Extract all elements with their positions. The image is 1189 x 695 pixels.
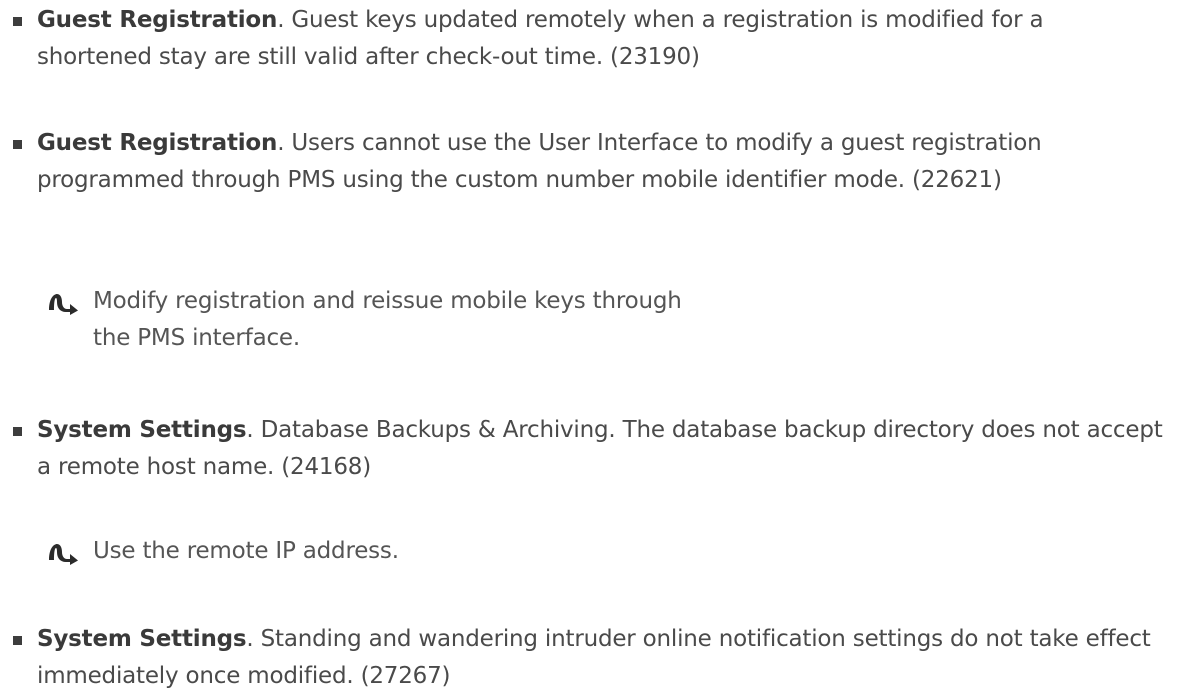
issue-item: System Settings. Database Backups & Arch… [0, 412, 1179, 486]
issue-category: Guest Registration [37, 130, 278, 156]
workaround-arrow-icon [49, 544, 78, 565]
issue-category: System Settings [37, 417, 247, 443]
issue-item: Guest Registration. Users cannot use the… [0, 125, 1179, 199]
workaround-item: Modify registration and reissue mobile k… [0, 283, 1189, 357]
workaround-item: Use the remote IP address. [0, 533, 1189, 570]
issue-item: Guest Registration. Guest keys updated r… [0, 2, 1179, 76]
issue-category: Guest Registration [37, 7, 278, 33]
workaround-text: Use the remote IP address. [93, 538, 399, 564]
issue-item: System Settings. Standing and wandering … [0, 621, 1179, 695]
bullet-icon [13, 17, 22, 26]
workaround-arrow-icon [49, 294, 78, 315]
bullet-icon [13, 140, 22, 149]
bullet-icon [13, 427, 22, 436]
bullet-icon [13, 636, 22, 645]
issue-category: System Settings [37, 626, 247, 652]
workaround-text: Modify registration and reissue mobile k… [93, 288, 682, 351]
